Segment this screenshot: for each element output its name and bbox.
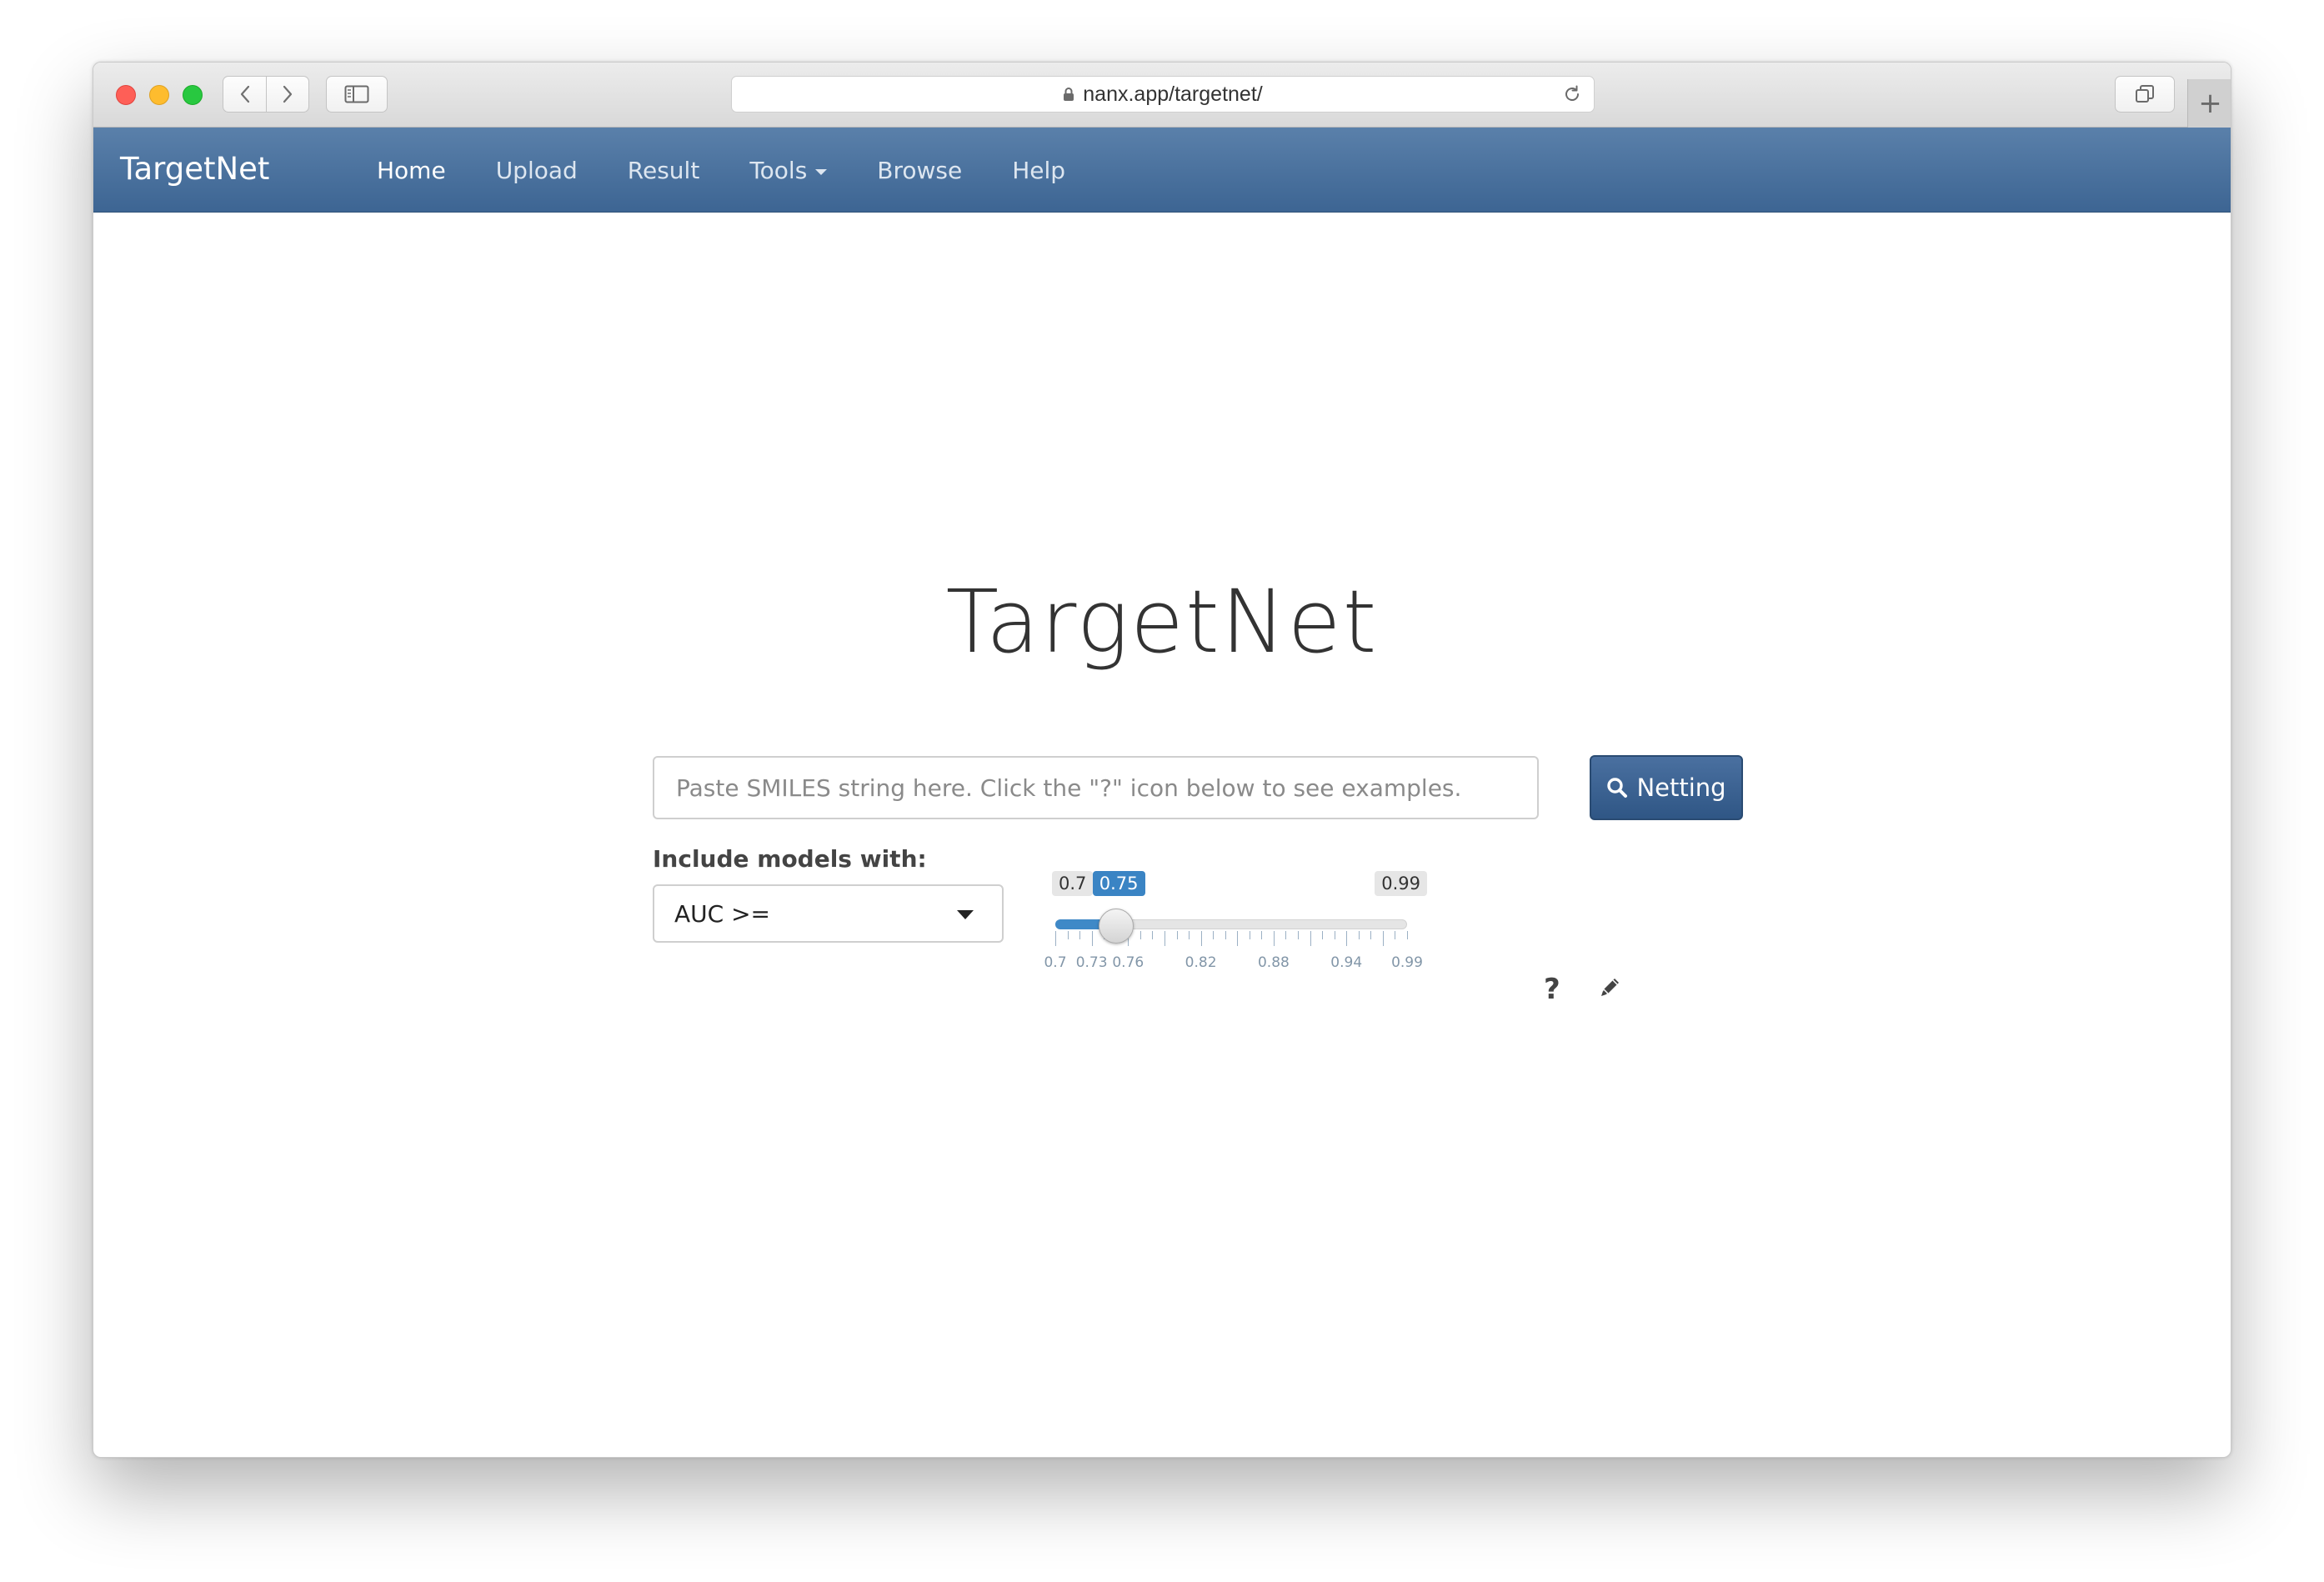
browser-titlebar: nanx.app/targetnet/ + [93, 63, 2231, 128]
metric-select-value: AUC >= [674, 899, 771, 928]
slider-minor-tick [1273, 931, 1275, 946]
browser-window: nanx.app/targetnet/ + TargetNet Home Upl… [93, 62, 2231, 1458]
reload-icon[interactable] [1562, 84, 1582, 104]
caret-down-icon [957, 910, 974, 919]
nav-browse-label: Browse [877, 156, 963, 184]
maximize-window-button[interactable] [183, 85, 203, 105]
nav-tools-label: Tools [749, 156, 808, 184]
slider-minor-tick [1382, 931, 1384, 946]
nav-home-label: Home [377, 156, 446, 184]
slider-minor-tick [1176, 931, 1178, 939]
sidebar-icon [344, 85, 369, 103]
slider-minor-tick [1055, 931, 1056, 946]
slider-minor-tick [1310, 931, 1311, 946]
lock-icon [1063, 87, 1074, 102]
nav-help[interactable]: Help [987, 128, 1090, 213]
include-models-label: Include models with: [653, 845, 927, 873]
address-bar[interactable]: nanx.app/targetnet/ [731, 76, 1595, 113]
nav-result-label: Result [627, 156, 700, 184]
slider-tick-label: 0.99 [1391, 954, 1423, 971]
slider-minor-tick [1298, 931, 1300, 939]
slider-minor-tick [1285, 931, 1287, 939]
slider-tick-label: 0.82 [1185, 954, 1217, 971]
slider-value-label: 0.75 [1092, 871, 1145, 896]
nav-upload[interactable]: Upload [471, 128, 603, 213]
new-tab-button[interactable]: + [2187, 79, 2231, 128]
nav-upload-label: Upload [495, 156, 578, 184]
slider-minor-tick [1407, 931, 1408, 939]
slider-tick-label: 0.7 [1044, 954, 1067, 971]
back-button[interactable] [223, 77, 266, 112]
slider-minor-tick [1213, 931, 1215, 939]
help-question-icon[interactable]: ? [1544, 973, 1560, 1006]
minimize-window-button[interactable] [149, 85, 169, 105]
slider-minor-tick [1322, 931, 1324, 939]
netting-button[interactable]: Netting [1590, 755, 1743, 820]
slider-minor-tick [1091, 931, 1093, 946]
slider-minor-tick [1189, 931, 1190, 939]
caret-down-icon [815, 168, 828, 175]
slider-tick-label: 0.76 [1112, 954, 1144, 971]
navbar-links: Home Upload Result Tools Browse Help [352, 128, 1090, 213]
history-nav-group [223, 76, 309, 113]
nav-help-label: Help [1012, 156, 1066, 184]
slider-minor-tick [1067, 931, 1069, 939]
slider-minor-tick [1152, 931, 1154, 939]
auc-threshold-slider[interactable]: 0.7 0.99 0.75 0.7 0.73 0.76 0.82 0.88 0.94 0.9… [1044, 871, 1427, 971]
app-navbar: TargetNet Home Upload Result Tools Brows… [93, 128, 2231, 213]
slider-minor-tick [1225, 931, 1226, 939]
plus-icon: + [2198, 87, 2222, 120]
netting-button-label: Netting [1636, 773, 1726, 802]
slider-minor-tick [1139, 931, 1141, 939]
nav-home[interactable]: Home [352, 128, 471, 213]
slider-handle[interactable] [1098, 909, 1134, 944]
slider-minor-tick [1370, 931, 1372, 939]
sidebar-toggle-button[interactable] [326, 76, 388, 113]
nav-tools-dropdown[interactable]: Tools [724, 128, 852, 213]
metric-select[interactable]: AUC >= [653, 884, 1004, 943]
smiles-input[interactable] [653, 756, 1539, 819]
pencil-icon[interactable] [1598, 974, 1623, 1004]
slider-max-label: 0.99 [1375, 871, 1427, 896]
chevron-right-icon [283, 85, 293, 103]
slider-tick-label: 0.94 [1330, 954, 1363, 971]
slider-tick-label: 0.73 [1075, 954, 1108, 971]
slider-minor-tick [1079, 931, 1081, 939]
slider-minor-tick [1237, 931, 1239, 946]
slider-tick-label: 0.88 [1257, 954, 1290, 971]
slider-minor-tick [1346, 931, 1348, 946]
show-tabs-button[interactable] [2115, 76, 2175, 113]
close-window-button[interactable] [116, 85, 136, 105]
chevron-left-icon [240, 85, 249, 103]
navbar-brand[interactable]: TargetNet [120, 151, 269, 187]
slider-minor-tick [1261, 931, 1263, 939]
nav-browse[interactable]: Browse [852, 128, 987, 213]
url-text: nanx.app/targetnet/ [1083, 82, 1263, 106]
slider-minor-tick [1200, 931, 1202, 946]
forward-button[interactable] [266, 77, 308, 112]
slider-min-label: 0.7 [1052, 871, 1094, 896]
page-title: TargetNet [945, 571, 1379, 673]
nav-result[interactable]: Result [603, 128, 725, 213]
search-icon [1607, 778, 1628, 798]
slider-minor-tick [1358, 931, 1360, 939]
tabs-overview-icon [2136, 85, 2154, 103]
